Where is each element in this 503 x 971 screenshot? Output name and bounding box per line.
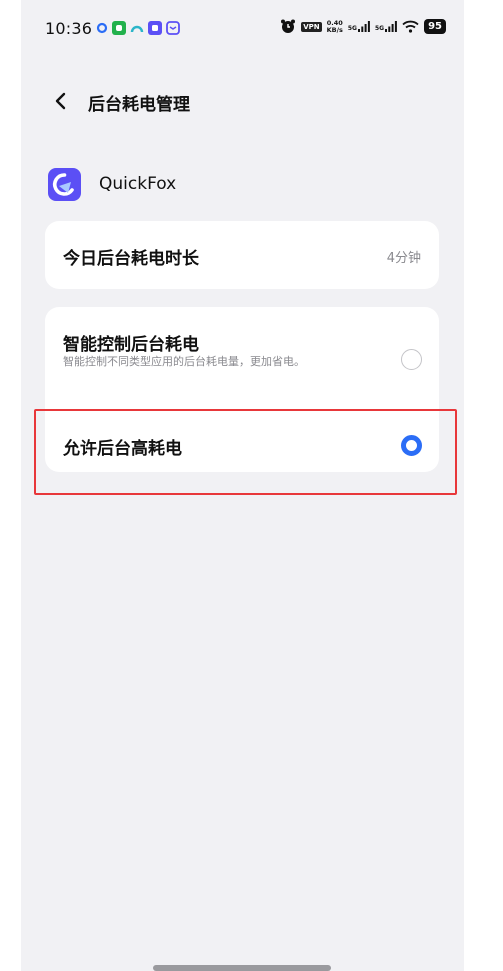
app-notification-icon — [148, 21, 162, 35]
duration-value: 4分钟 — [386, 251, 421, 266]
chat-notification-icon — [112, 21, 126, 35]
signal-sim1: 5G — [348, 21, 370, 32]
ring-notification-icon — [96, 22, 108, 34]
page-header: 后台耗电管理 — [21, 82, 464, 120]
status-right-icons: VPN 0.40 KB/s 5G 5G 95 — [280, 19, 446, 34]
arc-notification-icon — [130, 25, 144, 33]
signal-sim1-label: 5G — [347, 25, 357, 32]
signal-sim2-label: 5G — [374, 25, 385, 32]
app-info: QuickFox — [48, 167, 176, 201]
alarm-icon — [281, 19, 296, 33]
option-smart-description: 智能控制不同类型应用的后台耗电量，更加省电。 — [63, 355, 305, 368]
mail-notification-icon — [166, 21, 180, 35]
duration-label: 今日后台耗电时长 — [63, 249, 199, 269]
option-smart-control[interactable]: 智能控制后台耗电 智能控制不同类型应用的后台耗电量，更加省电。 — [45, 307, 439, 411]
notification-icons — [96, 21, 180, 35]
signal-bars-icon — [385, 21, 397, 32]
option-smart-radio[interactable] — [401, 349, 422, 370]
background-usage-duration-card: 今日后台耗电时长 4分钟 — [45, 221, 439, 289]
battery-indicator: 95 — [424, 19, 446, 34]
status-time: 10:36 — [45, 19, 93, 38]
quickfox-app-icon — [48, 167, 81, 201]
wifi-icon — [402, 20, 419, 33]
app-name: QuickFox — [99, 174, 177, 194]
signal-sim2: 5G — [375, 21, 397, 32]
vpn-badge: VPN — [301, 21, 322, 32]
highlight-box — [34, 409, 457, 495]
back-button[interactable] — [47, 87, 75, 115]
network-speed-unit: KB/s — [326, 25, 343, 34]
home-indicator — [153, 965, 331, 971]
page-title: 后台耗电管理 — [88, 95, 190, 115]
chevron-left-icon — [55, 92, 66, 110]
status-bar: 10:36 VPN 0.40 KB/s 5G 5G 95 — [21, 0, 464, 58]
network-speed: 0.40 KB/s — [326, 19, 343, 34]
option-smart-title: 智能控制后台耗电 — [63, 335, 199, 355]
signal-bars-icon — [357, 21, 370, 32]
